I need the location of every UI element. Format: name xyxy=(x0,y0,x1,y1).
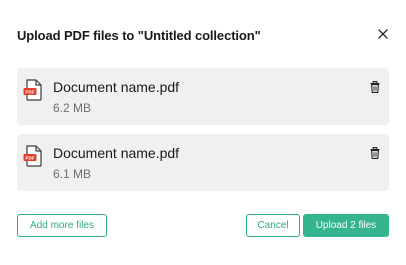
file-size: 6.1 MB xyxy=(53,167,92,181)
pdf-file-icon: PDF xyxy=(23,79,42,101)
file-item: PDF Document name.pdf 6.2 MB xyxy=(17,68,389,125)
upload-dialog: Upload PDF files to "Untitled collection… xyxy=(0,0,406,265)
upload-files-button[interactable]: Upload 2 files xyxy=(303,214,389,237)
file-name: Document name.pdf xyxy=(53,79,180,95)
file-item: PDF Document name.pdf 6.1 MB xyxy=(17,134,389,191)
file-name: Document name.pdf xyxy=(53,145,180,161)
trash-icon[interactable] xyxy=(370,147,380,159)
pdf-file-icon: PDF xyxy=(23,145,42,167)
close-icon[interactable] xyxy=(376,27,390,41)
file-size: 6.2 MB xyxy=(53,101,92,115)
pdf-badge-label: PDF xyxy=(25,89,34,94)
trash-icon[interactable] xyxy=(370,81,380,93)
dialog-header: Upload PDF files to "Untitled collection… xyxy=(17,27,392,45)
pdf-badge-label: PDF xyxy=(25,155,34,160)
dialog-title: Upload PDF files to "Untitled collection… xyxy=(17,28,261,43)
cancel-button[interactable]: Cancel xyxy=(246,214,300,237)
add-more-files-button[interactable]: Add more files xyxy=(17,214,107,237)
